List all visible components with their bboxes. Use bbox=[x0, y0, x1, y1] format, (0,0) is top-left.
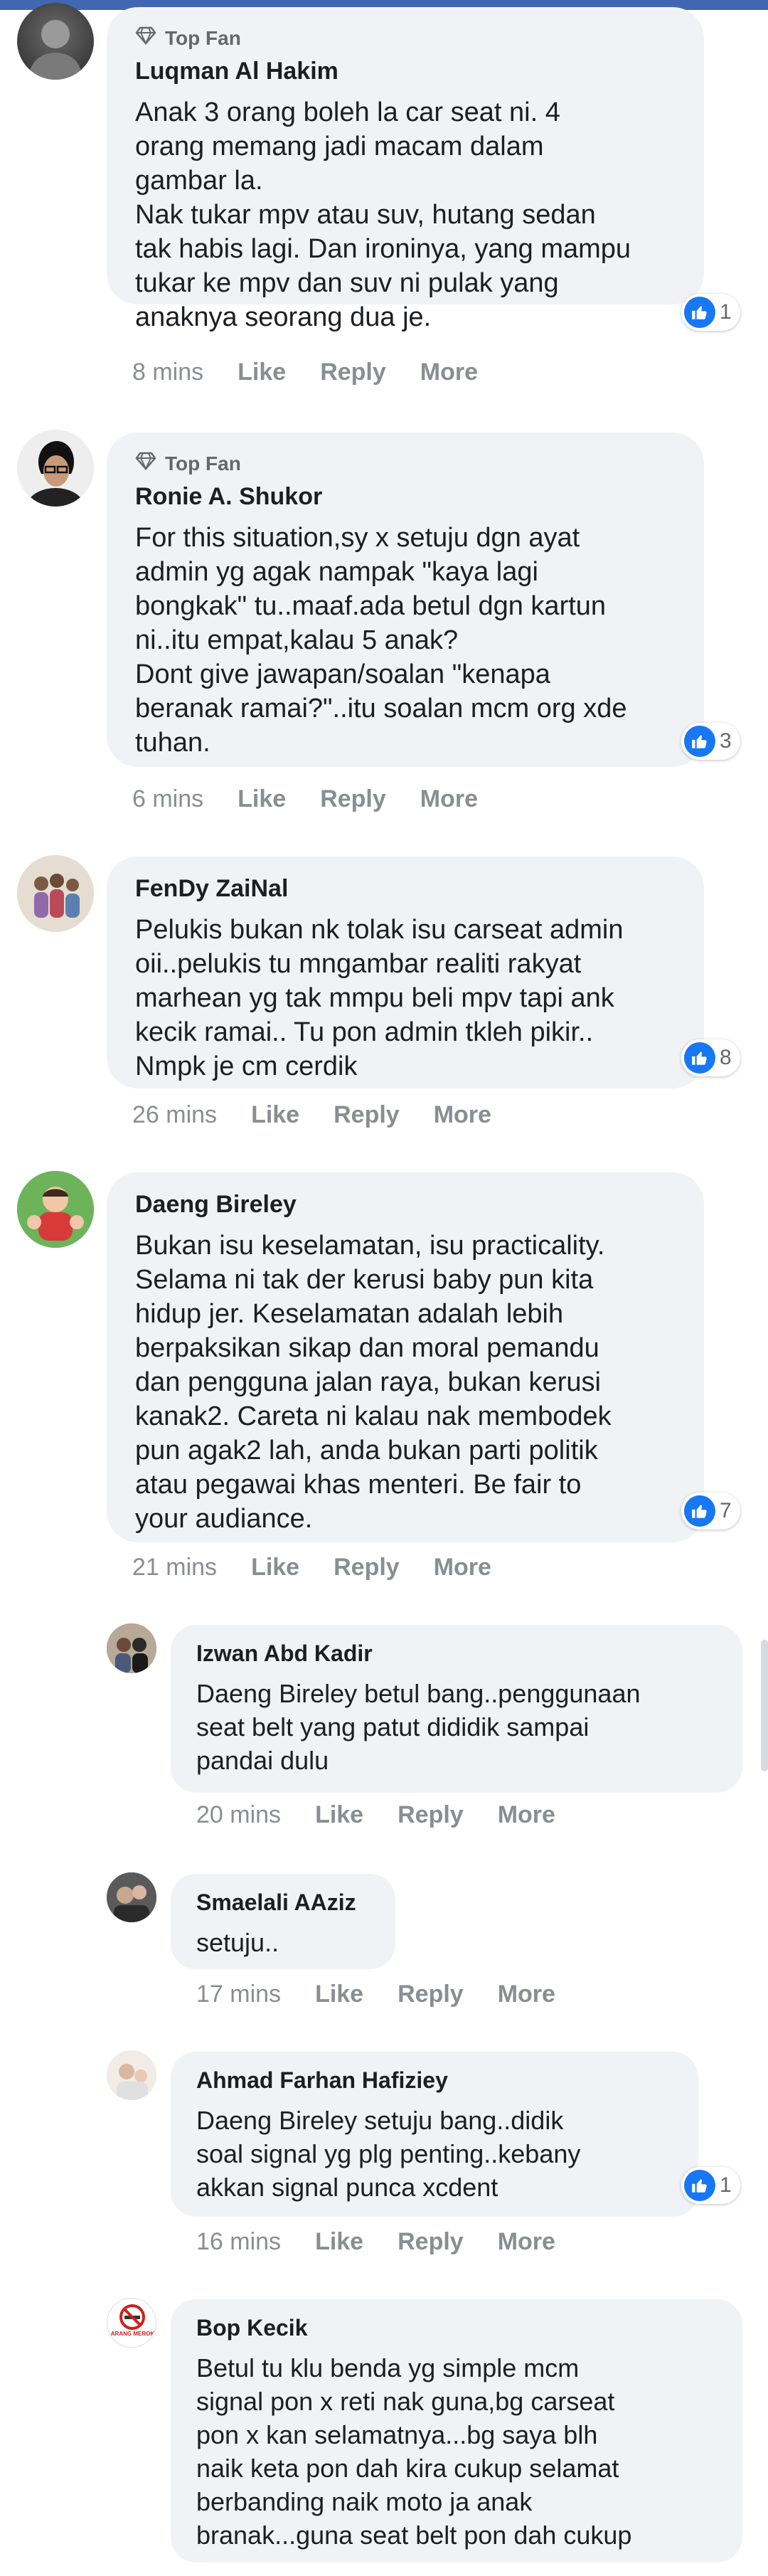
reply-button[interactable]: Reply bbox=[320, 359, 386, 386]
timestamp[interactable]: 26 mins bbox=[132, 1101, 217, 1129]
comment-text: For this situation,sy x setuju dgn ayat … bbox=[135, 523, 627, 758]
comment-author[interactable]: FenDy ZaiNal bbox=[135, 875, 676, 903]
reply-author[interactable]: Smaelali AAziz bbox=[196, 1889, 370, 1916]
like-button[interactable]: Like bbox=[315, 1981, 363, 2008]
like-reaction-icon bbox=[684, 1495, 715, 1527]
reply-author[interactable]: Izwan Abd Kadir bbox=[196, 1641, 717, 1667]
comment-author[interactable]: Ronie A. Shukor bbox=[135, 483, 676, 511]
top-fan-badge: Top Fan bbox=[135, 26, 676, 51]
more-button[interactable]: More bbox=[498, 1981, 555, 2008]
like-button[interactable]: Like bbox=[315, 1801, 363, 1829]
comment-actions: 26 mins Like Reply More bbox=[132, 1101, 491, 1129]
timestamp[interactable]: 20 mins bbox=[196, 1801, 281, 1829]
reply-bubble: Izwan Abd Kadir Daeng Bireley betul bang… bbox=[171, 1625, 742, 1793]
reaction-count[interactable]: 3 bbox=[681, 723, 740, 760]
comment-text: Anak 3 orang boleh la car seat ni. 4 ora… bbox=[135, 97, 631, 332]
avatar[interactable] bbox=[107, 1872, 156, 1922]
no-smoking-sign-label: DILARANG MEROKOK bbox=[107, 2331, 156, 2337]
avatar[interactable] bbox=[17, 430, 94, 507]
scrollbar[interactable] bbox=[761, 1640, 768, 1771]
comment-text: Pelukis bukan nk tolak isu carseat admin… bbox=[135, 915, 624, 1081]
like-button[interactable]: Like bbox=[251, 1101, 299, 1129]
reply-text: Daeng Bireley setuju bang..didik soal si… bbox=[196, 2106, 581, 2202]
comment-actions: 21 mins Like Reply More bbox=[132, 1554, 491, 1581]
like-reaction-icon bbox=[684, 2170, 715, 2201]
reply-bubble: Smaelali AAziz setuju.. bbox=[171, 1874, 395, 1969]
comment-bubble: FenDy ZaiNal Pelukis bukan nk tolak isu … bbox=[107, 857, 704, 1088]
reaction-count[interactable]: 1 bbox=[681, 294, 740, 331]
comment-bubble: Daeng Bireley Bukan isu keselamatan, isu… bbox=[107, 1172, 704, 1542]
reaction-count[interactable]: 1 bbox=[681, 2167, 740, 2204]
comment-bubble: Top Fan Ronie A. Shukor For this situati… bbox=[107, 433, 704, 767]
reply-button[interactable]: Reply bbox=[320, 785, 386, 813]
avatar[interactable] bbox=[17, 855, 94, 932]
reply-bubble: Ahmad Farhan Hafiziey Daeng Bireley setu… bbox=[171, 2052, 698, 2217]
more-button[interactable]: More bbox=[434, 1554, 491, 1581]
reply-author[interactable]: Ahmad Farhan Hafiziey bbox=[196, 2067, 673, 2094]
like-button[interactable]: Like bbox=[315, 2228, 363, 2256]
reply-actions: 17 mins Like Reply More bbox=[196, 1981, 555, 2008]
more-button[interactable]: More bbox=[420, 785, 478, 813]
avatar[interactable]: DILARANG MEROKOK bbox=[107, 2298, 156, 2348]
timestamp[interactable]: 8 mins bbox=[132, 359, 203, 386]
reaction-count[interactable]: 7 bbox=[681, 1493, 740, 1530]
avatar[interactable] bbox=[17, 1171, 94, 1248]
like-button[interactable]: Like bbox=[251, 1554, 299, 1581]
like-reaction-icon bbox=[684, 1042, 715, 1074]
comment-author[interactable]: Daeng Bireley bbox=[135, 1191, 676, 1219]
reply-actions: 16 mins Like Reply More bbox=[196, 2228, 555, 2256]
reply-button[interactable]: Reply bbox=[398, 1801, 464, 1829]
like-button[interactable]: Like bbox=[238, 359, 286, 386]
reply-button[interactable]: Reply bbox=[334, 1101, 400, 1129]
more-button[interactable]: More bbox=[434, 1101, 491, 1129]
diamond-icon bbox=[135, 26, 156, 51]
reply-text: setuju.. bbox=[196, 1928, 279, 1957]
reply-text: Betul tu klu benda yg simple mcm signal … bbox=[196, 2353, 632, 2550]
more-button[interactable]: More bbox=[498, 1801, 555, 1829]
reply-button[interactable]: Reply bbox=[398, 2228, 464, 2256]
more-button[interactable]: More bbox=[498, 2228, 555, 2256]
like-reaction-icon bbox=[684, 726, 715, 757]
reply-author[interactable]: Bop Kecik bbox=[196, 2315, 717, 2341]
comment-actions: 8 mins Like Reply More bbox=[132, 359, 478, 386]
comment-text: Bukan isu keselamatan, isu practicality.… bbox=[135, 1231, 612, 1534]
avatar[interactable] bbox=[107, 1623, 156, 1673]
comment-actions: 6 mins Like Reply More bbox=[132, 785, 478, 813]
reply-button[interactable]: Reply bbox=[398, 1981, 464, 2008]
reply-text: Daeng Bireley betul bang..penggunaan sea… bbox=[196, 1679, 641, 1775]
timestamp[interactable]: 21 mins bbox=[132, 1554, 217, 1581]
reply-button[interactable]: Reply bbox=[334, 1554, 400, 1581]
reply-bubble: Bop Kecik Betul tu klu benda yg simple m… bbox=[171, 2299, 742, 2562]
timestamp[interactable]: 16 mins bbox=[196, 2228, 281, 2256]
comment-author[interactable]: Luqman Al Hakim bbox=[135, 58, 676, 85]
avatar[interactable] bbox=[107, 2050, 156, 2100]
avatar[interactable] bbox=[17, 3, 94, 80]
timestamp[interactable]: 17 mins bbox=[196, 1981, 281, 2008]
like-button[interactable]: Like bbox=[238, 785, 286, 813]
like-reaction-icon bbox=[684, 297, 715, 328]
top-fan-badge: Top Fan bbox=[135, 451, 676, 476]
comment-bubble: Top Fan Luqman Al Hakim Anak 3 orang bol… bbox=[107, 7, 704, 332]
more-button[interactable]: More bbox=[420, 359, 478, 386]
reaction-count[interactable]: 8 bbox=[681, 1039, 740, 1076]
diamond-icon bbox=[135, 451, 156, 476]
timestamp[interactable]: 6 mins bbox=[132, 785, 203, 813]
reply-actions: 20 mins Like Reply More bbox=[196, 1801, 555, 1829]
